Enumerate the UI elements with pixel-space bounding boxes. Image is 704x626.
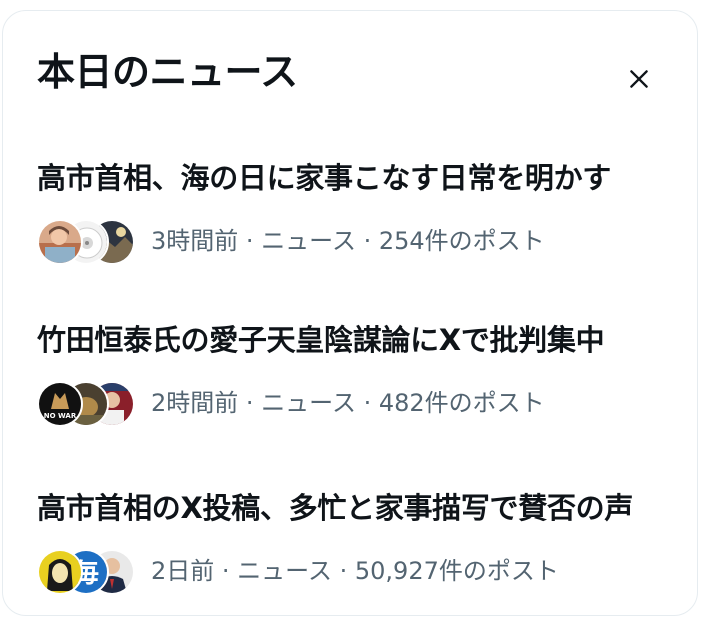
meta-separator: · (331, 557, 355, 585)
news-time: 2時間前 (151, 389, 239, 417)
news-headline: 高市首相、海の日に家事こなす日常を明かす (37, 161, 612, 195)
yellow-cartoon-avatar (37, 549, 83, 595)
close-icon (630, 70, 648, 88)
person-photo-avatar (37, 219, 83, 265)
news-meta-text: 2日前 · ニュース · 50,927件のポスト (151, 559, 559, 583)
news-meta: 毎 2日前 · ニュース · 50,927件のポスト (37, 547, 559, 595)
meta-separator: · (238, 227, 262, 255)
news-headline: 高市首相のX投稿、多忙と家事描写で賛否の声 (37, 491, 634, 525)
meta-separator: · (355, 227, 379, 255)
news-item[interactable]: 高市首相、海の日に家事こなす日常を明かす 3時間前 · ニュース · 254件の… (37, 161, 677, 281)
news-meta-text: 2時間前 · ニュース · 482件のポスト (151, 391, 545, 415)
close-button[interactable] (615, 55, 663, 103)
news-post-count: 254件のポスト (378, 227, 545, 255)
news-panel: 本日のニュース 高市首相、海の日に家事こなす日常を明かす 3時間前 · ニュース… (2, 10, 698, 616)
news-category: ニュース (261, 389, 356, 417)
news-time: 3時間前 (151, 227, 239, 255)
meta-separator: · (238, 389, 262, 417)
avatar-stack: NO WAR (37, 381, 135, 427)
news-meta: NO WAR 2時間前 · ニュース · 482件のポスト (37, 379, 545, 427)
avatar-badge-text: NO WAR (44, 412, 77, 420)
panel-title: 本日のニュース (37, 50, 298, 94)
meta-separator: · (214, 557, 238, 585)
news-category: ニュース (261, 227, 356, 255)
news-category: ニュース (237, 557, 332, 585)
news-meta: 3時間前 · ニュース · 254件のポスト (37, 217, 545, 265)
meta-separator: · (355, 389, 379, 417)
news-headline: 竹田恒泰氏の愛子天皇陰謀論にXで批判集中 (37, 323, 605, 357)
no-war-avatar: NO WAR (37, 381, 83, 427)
news-item[interactable]: 竹田恒泰氏の愛子天皇陰謀論にXで批判集中 NO WAR 2時間前 · ニュース … (37, 323, 677, 443)
avatar-stack (37, 219, 135, 265)
news-meta-text: 3時間前 · ニュース · 254件のポスト (151, 229, 545, 253)
news-post-count: 482件のポスト (378, 389, 545, 417)
news-time: 2日前 (151, 557, 215, 585)
news-post-count: 50,927件のポスト (354, 557, 559, 585)
news-item[interactable]: 高市首相のX投稿、多忙と家事描写で賛否の声 毎 2日前 · ニュース · 50,… (37, 491, 677, 611)
avatar-stack: 毎 (37, 549, 135, 595)
